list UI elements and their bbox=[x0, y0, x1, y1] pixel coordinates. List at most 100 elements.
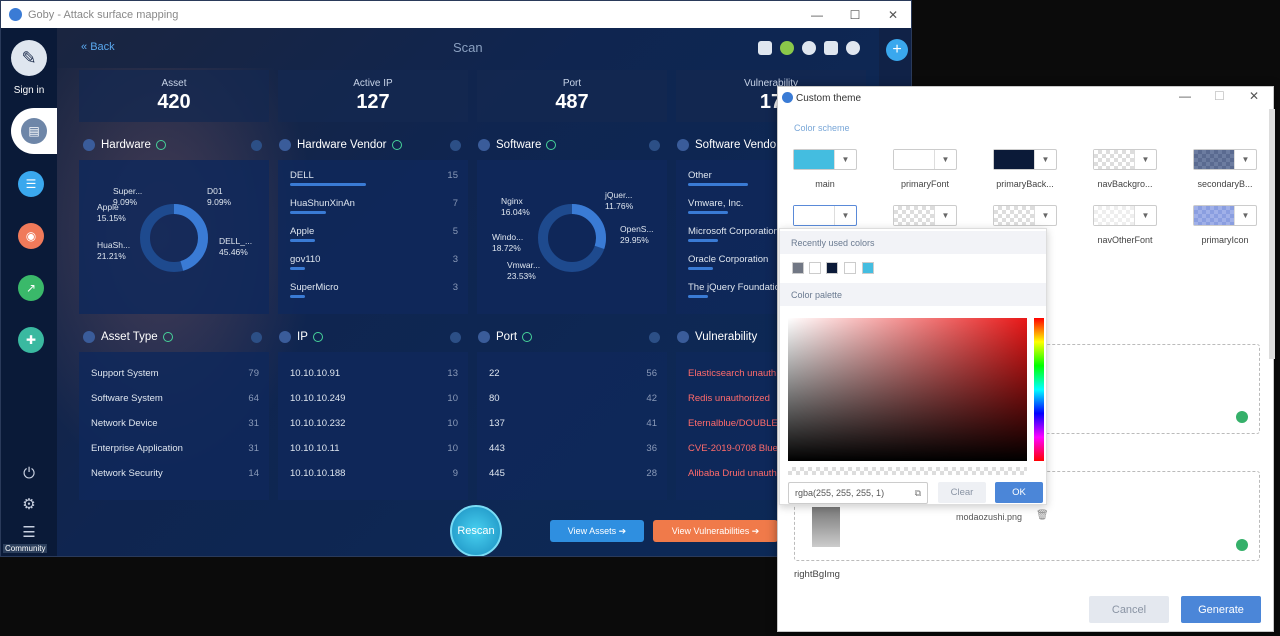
list-item[interactable]: gov110 3 bbox=[290, 254, 458, 274]
stat-asset[interactable]: Asset 420 bbox=[79, 70, 269, 122]
recent-color-swatch[interactable] bbox=[826, 262, 838, 274]
nav-scan[interactable]: ▤ bbox=[11, 108, 57, 154]
swatch-primary-font[interactable]: ▼ bbox=[893, 149, 957, 170]
recent-color-swatch[interactable] bbox=[862, 262, 874, 274]
recent-color-swatch[interactable] bbox=[792, 262, 804, 274]
fruit-tool-icon[interactable] bbox=[780, 41, 794, 55]
item-name: Network Security bbox=[91, 468, 163, 479]
color-value-input[interactable]: rgba(255, 255, 255, 1) ⧉ bbox=[788, 482, 928, 504]
rescan-button[interactable]: Rescan bbox=[450, 505, 502, 556]
list-item[interactable]: 10.10.10.91 13 bbox=[290, 368, 458, 388]
ip-title: IP bbox=[297, 331, 308, 343]
item-name: Network Device bbox=[91, 418, 158, 429]
right-bg-label: rightBgImg bbox=[794, 569, 840, 580]
add-icon[interactable]: + bbox=[886, 39, 908, 61]
close-button[interactable]: ✕ bbox=[874, 1, 911, 28]
port-more-icon[interactable] bbox=[649, 332, 660, 343]
list-item[interactable]: 10.10.10.232 10 bbox=[290, 418, 458, 438]
swatch-label: primaryFont bbox=[900, 179, 949, 189]
swatch-row2-3[interactable]: ▼ bbox=[993, 205, 1057, 226]
color-palette-heading: Color palette bbox=[780, 283, 1046, 306]
swatch-secondary-back[interactable]: ▼ bbox=[1193, 149, 1257, 170]
item-count: 3 bbox=[452, 282, 458, 293]
maximize-button[interactable]: ☐ bbox=[836, 1, 874, 28]
hardware-panel: Super... 9.09% D01 9.09% Apple 15.15% HuaSh… bbox=[79, 160, 269, 314]
list-item[interactable]: 10.10.10.249 10 bbox=[290, 393, 458, 413]
ip-tool-icon[interactable] bbox=[758, 41, 772, 55]
list-item[interactable]: 22 56 bbox=[489, 368, 657, 388]
nav-extensions[interactable]: ✚ bbox=[18, 327, 44, 353]
list-item[interactable]: 10.10.10.11 10 bbox=[290, 443, 458, 463]
clear-button[interactable]: Clear bbox=[938, 482, 986, 503]
saturation-value-picker[interactable] bbox=[788, 318, 1027, 461]
web-tool-icon[interactable] bbox=[846, 41, 860, 55]
swatch-nav-other-font[interactable]: ▼ bbox=[1093, 205, 1157, 226]
menu-icon[interactable]: ☰ bbox=[1, 523, 57, 541]
list-item[interactable]: Software System 64 bbox=[91, 393, 259, 413]
ip-more-icon[interactable] bbox=[450, 332, 461, 343]
nav-vulns[interactable]: ◉ bbox=[18, 223, 44, 249]
stat-active-ip[interactable]: Active IP 127 bbox=[278, 70, 468, 122]
swatch-row2-2[interactable]: ▼ bbox=[893, 205, 957, 226]
swatch-nav-background[interactable]: ▼ bbox=[1093, 149, 1157, 170]
dialog-scrollbar[interactable] bbox=[1269, 109, 1275, 359]
nav-assets[interactable]: ☰ bbox=[18, 171, 44, 197]
recent-color-swatch[interactable] bbox=[809, 262, 821, 274]
hardware-vendor-header: Hardware Vendor bbox=[279, 135, 402, 155]
list-item[interactable]: 137 41 bbox=[489, 418, 657, 438]
avatar-icon[interactable]: ✎ bbox=[11, 40, 47, 76]
list-item[interactable]: 80 42 bbox=[489, 393, 657, 413]
swatch-primary-icon[interactable]: ▼ bbox=[1193, 205, 1257, 226]
ok-button[interactable]: OK bbox=[995, 482, 1043, 503]
swatch-label: secondaryB... bbox=[1197, 179, 1253, 189]
list-item[interactable]: Support System 79 bbox=[91, 368, 259, 388]
dialog-maximize-button[interactable]: ☐ bbox=[1214, 89, 1225, 103]
settings-gear-icon[interactable]: ⚙ bbox=[1, 495, 57, 513]
slice-label: DELL_... bbox=[219, 236, 253, 246]
hardware-vendor-more-icon[interactable] bbox=[450, 140, 461, 151]
copy-icon[interactable]: ⧉ bbox=[915, 488, 921, 499]
view-vulnerabilities-button[interactable]: View Vulnerabilities ➔ bbox=[653, 520, 778, 542]
software-slice-vmware: Vmwar... 23.53% bbox=[507, 260, 540, 282]
back-button[interactable]: « Back bbox=[81, 41, 115, 53]
dialog-minimize-button[interactable]: — bbox=[1179, 89, 1191, 103]
sign-in-link[interactable]: Sign in bbox=[1, 85, 57, 96]
list-item[interactable]: 443 36 bbox=[489, 443, 657, 463]
nav-reports[interactable]: ↗ bbox=[18, 275, 44, 301]
hue-slider[interactable] bbox=[1034, 318, 1044, 461]
power-icon[interactable]: ⏻ bbox=[1, 465, 57, 482]
slice-value: 9.09% bbox=[207, 197, 232, 207]
mail-tool-icon[interactable] bbox=[824, 41, 838, 55]
cancel-button[interactable]: Cancel bbox=[1089, 596, 1169, 623]
swatch-primary-back[interactable]: ▼ bbox=[993, 149, 1057, 170]
community-link[interactable]: Community bbox=[3, 544, 48, 553]
list-item[interactable]: 445 28 bbox=[489, 468, 657, 488]
asset-type-more-icon[interactable] bbox=[251, 332, 262, 343]
list-item[interactable]: Enterprise Application 31 bbox=[91, 443, 259, 463]
minimize-button[interactable]: — bbox=[798, 1, 836, 28]
hardware-more-icon[interactable] bbox=[251, 140, 262, 151]
list-item[interactable]: HuaShunXinAn 7 bbox=[290, 198, 458, 218]
list-item[interactable]: Network Security 14 bbox=[91, 468, 259, 488]
swatch-active[interactable]: ▼ bbox=[793, 205, 857, 226]
alpha-slider[interactable] bbox=[788, 467, 1027, 475]
slice-label: Apple bbox=[97, 202, 119, 212]
list-item[interactable]: Network Device 31 bbox=[91, 418, 259, 438]
dialog-close-button[interactable]: ✕ bbox=[1249, 89, 1259, 103]
globe-tool-icon[interactable] bbox=[802, 41, 816, 55]
vulnerability-title: Vulnerability bbox=[695, 331, 758, 343]
swatch-main[interactable]: ▼ bbox=[793, 149, 857, 170]
generate-button[interactable]: Generate bbox=[1181, 596, 1261, 623]
trash-icon[interactable]: 🗑 bbox=[1036, 510, 1049, 521]
color-scheme-heading: Color scheme bbox=[794, 123, 850, 133]
list-item[interactable]: SuperMicro 3 bbox=[290, 282, 458, 302]
list-item[interactable]: Apple 5 bbox=[290, 226, 458, 246]
list-item[interactable]: 10.10.10.188 9 bbox=[290, 468, 458, 488]
list-item[interactable]: DELL 15 bbox=[290, 170, 458, 190]
software-more-icon[interactable] bbox=[649, 140, 660, 151]
check-icon bbox=[522, 332, 533, 342]
item-count: 31 bbox=[248, 443, 259, 454]
view-assets-button[interactable]: View Assets ➔ bbox=[550, 520, 644, 542]
stat-port[interactable]: Port 487 bbox=[477, 70, 667, 122]
recent-color-swatch[interactable] bbox=[844, 262, 856, 274]
